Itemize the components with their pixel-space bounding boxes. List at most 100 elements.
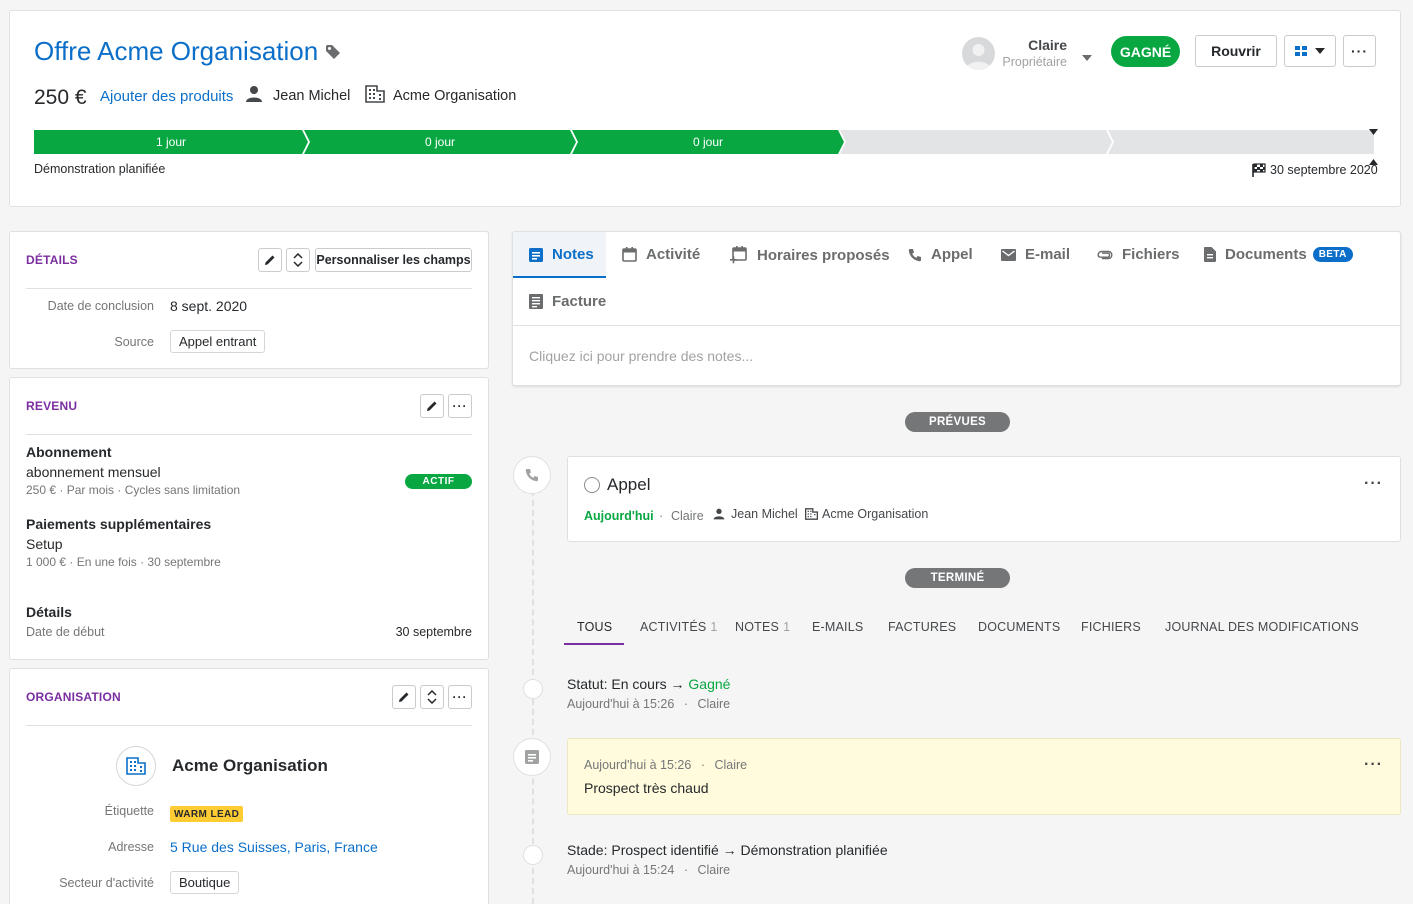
add-products-link[interactable]: Ajouter des produits xyxy=(100,88,233,105)
divider xyxy=(26,434,472,435)
sort-icon xyxy=(427,690,437,704)
note-when: Aujourd'hui à 15:26 xyxy=(584,758,692,772)
organization-icon xyxy=(365,85,385,106)
organization-icon xyxy=(126,757,146,775)
filter-notes[interactable]: NOTES 1 xyxy=(735,620,790,634)
chevron-down-icon xyxy=(1315,48,1325,54)
beta-badge: BETA xyxy=(1312,247,1353,262)
tab-invoice-label: Facture xyxy=(552,293,607,310)
calendar-plus-icon xyxy=(730,246,747,264)
filter-all[interactable]: TOUS xyxy=(577,620,612,634)
pipeline-stage-5[interactable] xyxy=(1108,130,1374,154)
close-date-value[interactable]: 8 sept. 2020 xyxy=(170,298,247,314)
revenue-more-button[interactable]: ··· xyxy=(448,394,472,418)
warm-lead-badge[interactable]: WARM LEAD xyxy=(170,806,244,822)
reopen-button[interactable]: Rouvrir xyxy=(1195,35,1277,67)
deal-organization[interactable]: Acme Organisation xyxy=(393,88,516,104)
revenue-title: REVENU xyxy=(26,399,78,413)
edit-details-button[interactable] xyxy=(258,248,282,272)
label-field-label: Étiquette xyxy=(104,804,154,818)
note-more-button[interactable]: ··· xyxy=(1364,756,1383,774)
note-icon xyxy=(525,750,539,764)
payment-info: 1 000 € · En une fois · 30 septembre xyxy=(26,555,221,569)
deal-title[interactable]: Offre Acme Organisation xyxy=(34,36,318,67)
filter-emails[interactable]: E-MAILS xyxy=(812,620,863,634)
organization-icon xyxy=(805,508,818,523)
finish-flag-icon xyxy=(1252,163,1266,180)
tab-call[interactable]: Appel xyxy=(908,246,973,263)
tab-files[interactable]: Fichiers xyxy=(1097,246,1180,263)
filter-files[interactable]: FICHIERS xyxy=(1081,620,1141,634)
call-title[interactable]: Appel xyxy=(607,475,650,495)
expected-close-date[interactable]: 30 septembre 2020 xyxy=(1270,163,1378,177)
stage-change-who[interactable]: Claire xyxy=(697,863,730,877)
filter-activities[interactable]: ACTIVITÉS 1 xyxy=(640,620,718,634)
notes-input[interactable]: Cliquez ici pour prendre des notes... xyxy=(529,348,753,364)
stage-2-duration: 0 jour xyxy=(424,135,456,149)
mark-done-checkbox[interactable] xyxy=(584,477,600,493)
stage-change-meta: Aujourd'hui à 15:24 · Claire xyxy=(567,863,731,877)
stage-change-when: Aujourd'hui à 15:24 xyxy=(567,863,675,877)
caret-down-icon[interactable] xyxy=(1369,123,1378,138)
planned-divider: PRÉVUES xyxy=(905,412,1010,432)
stage-1-duration: 1 jour xyxy=(155,135,187,149)
note-meta: Aujourd'hui à 15:26 · Claire xyxy=(584,758,748,772)
industry-value[interactable]: Boutique xyxy=(170,871,240,894)
tab-activity[interactable]: Activité xyxy=(622,246,700,263)
call-person[interactable]: Jean Michel xyxy=(731,507,798,521)
tab-proposed-times-label: Horaires proposés xyxy=(757,246,890,264)
note-card[interactable] xyxy=(567,738,1401,815)
paperclip-icon xyxy=(1097,250,1113,259)
call-owner[interactable]: Claire xyxy=(671,509,704,523)
call-more-button[interactable]: ··· xyxy=(1364,475,1383,493)
edit-revenue-button[interactable] xyxy=(420,394,444,418)
note-who[interactable]: Claire xyxy=(714,758,747,772)
organization-name[interactable]: Acme Organisation xyxy=(172,756,328,776)
edit-organization-button[interactable] xyxy=(392,685,416,709)
owner-name[interactable]: Claire xyxy=(1000,37,1067,53)
status-change-prefix: Statut: En cours → xyxy=(567,676,689,692)
tab-invoice[interactable]: Facture xyxy=(529,293,606,310)
subscription-heading: Abonnement xyxy=(26,444,112,460)
start-date-value: 30 septembre xyxy=(395,625,472,639)
tab-notes[interactable]: Notes xyxy=(529,246,594,263)
document-icon xyxy=(1204,247,1216,262)
grid-icon xyxy=(1295,46,1307,56)
tab-documents-label: Documents xyxy=(1225,246,1307,263)
tab-proposed-times[interactable]: Horaires proposés xyxy=(730,246,890,264)
customize-fields-button[interactable]: Personnaliser les champs xyxy=(315,248,472,272)
tab-documents[interactable]: Documents BETA xyxy=(1204,246,1353,263)
sort-icon xyxy=(293,253,303,267)
mail-icon xyxy=(1001,248,1016,261)
deal-person[interactable]: Jean Michel xyxy=(273,88,350,104)
filter-invoices[interactable]: FACTURES xyxy=(888,620,956,634)
timeline-status-marker xyxy=(523,679,543,699)
source-value[interactable]: Appel entrant xyxy=(170,330,266,353)
pipeline-stage-4[interactable] xyxy=(840,130,1112,154)
status-won-badge[interactable]: GAGNÉ xyxy=(1111,36,1180,67)
stage-3-duration: 0 jour xyxy=(692,135,724,149)
filter-documents[interactable]: DOCUMENTS xyxy=(978,620,1060,634)
pencil-icon xyxy=(399,692,409,702)
address-label: Adresse xyxy=(108,840,154,854)
subscription-info: 250 € · Par mois · Cycles sans limitatio… xyxy=(26,483,241,497)
status-change-to: Gagné xyxy=(688,676,731,692)
organization-avatar xyxy=(116,746,156,786)
divider xyxy=(26,725,472,726)
planned-call-card[interactable] xyxy=(567,456,1401,542)
reorder-organization-button[interactable] xyxy=(420,685,444,709)
tag-icon[interactable] xyxy=(325,44,341,63)
start-date-label: Date de début xyxy=(26,625,105,639)
tab-email[interactable]: E-mail xyxy=(1001,246,1070,263)
organization-more-button[interactable]: ··· xyxy=(448,685,472,709)
call-organization[interactable]: Acme Organisation xyxy=(822,507,928,521)
more-actions-button[interactable]: ··· xyxy=(1343,35,1376,67)
filter-changelog[interactable]: JOURNAL DES MODIFICATIONS xyxy=(1165,620,1359,634)
reorder-details-button[interactable] xyxy=(286,248,310,272)
address-link[interactable]: 5 Rue des Suisses, Paris, France xyxy=(170,839,378,855)
chevron-down-icon[interactable] xyxy=(1082,49,1092,64)
calendar-icon xyxy=(622,247,637,262)
status-change-text: Statut: En cours → Gagné xyxy=(567,676,730,692)
view-switch-button[interactable] xyxy=(1284,35,1336,67)
status-change-who[interactable]: Claire xyxy=(697,697,730,711)
